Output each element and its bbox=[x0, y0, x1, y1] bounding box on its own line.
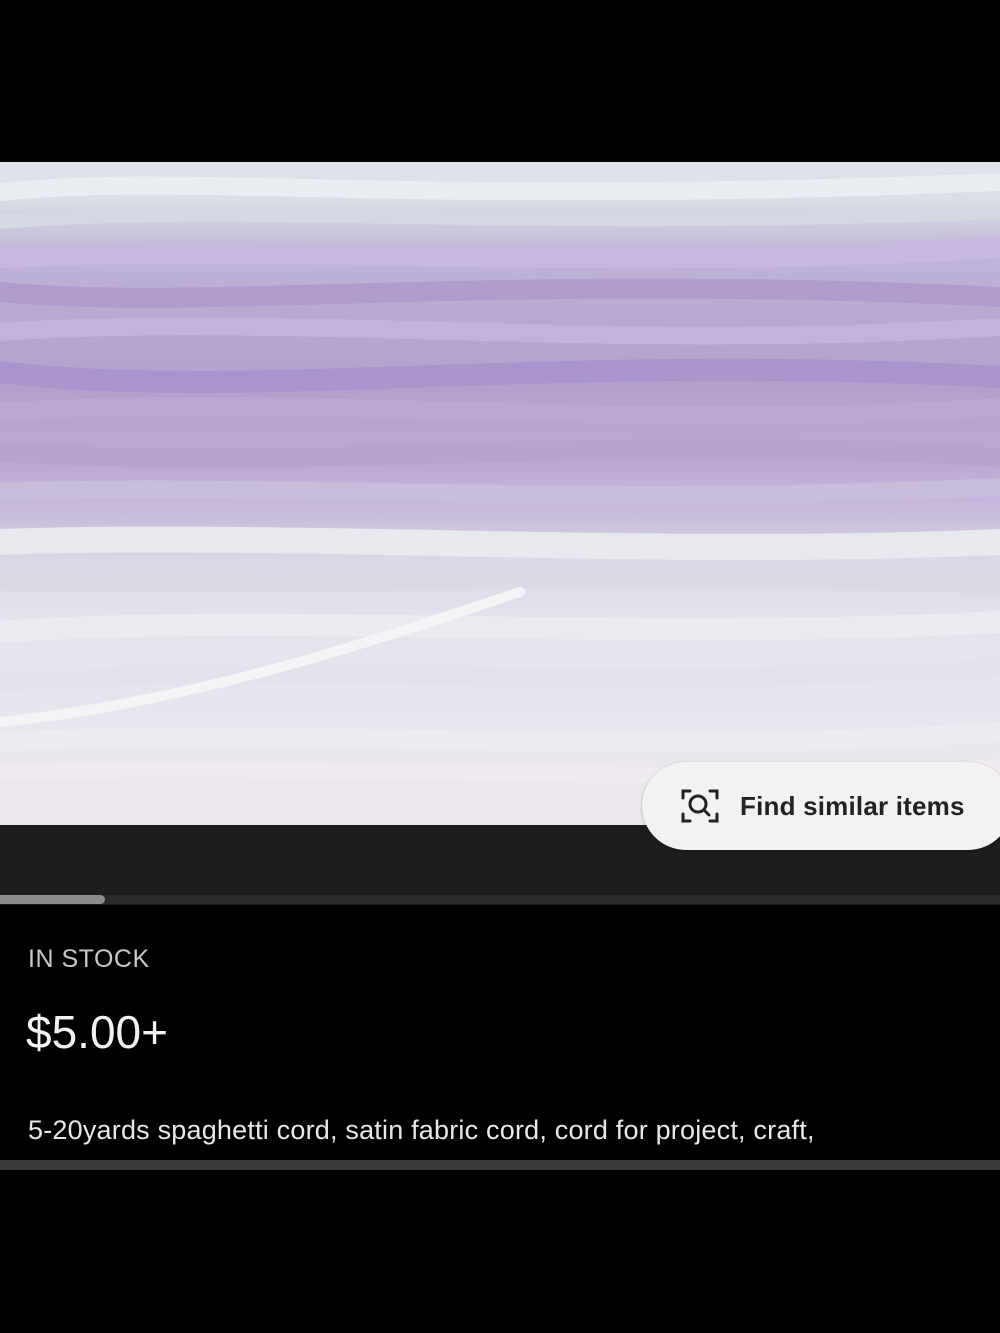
price: $5.00+ bbox=[26, 1006, 168, 1058]
visual-search-icon bbox=[680, 786, 720, 826]
find-similar-items-button[interactable]: Find similar items bbox=[642, 762, 1000, 850]
section-divider bbox=[0, 1160, 1000, 1170]
stock-status: IN STOCK bbox=[28, 945, 150, 973]
listing-details: IN STOCK $5.00+ 5-20yards spaghetti cord… bbox=[0, 905, 1000, 1160]
bottom-blank-area bbox=[0, 1170, 1000, 1333]
satin-cords-photo bbox=[0, 173, 1000, 784]
find-similar-label: Find similar items bbox=[740, 790, 965, 821]
image-carousel-progress-fill bbox=[0, 895, 105, 904]
product-listing-screen: Find similar items IN STOCK $5.00+ 5-20y… bbox=[0, 0, 1000, 1333]
top-blank-area bbox=[0, 0, 1000, 162]
image-carousel-progress bbox=[0, 895, 1000, 904]
listing-title[interactable]: 5-20yards spaghetti cord, satin fabric c… bbox=[28, 1115, 1000, 1146]
product-image[interactable] bbox=[0, 162, 1000, 825]
